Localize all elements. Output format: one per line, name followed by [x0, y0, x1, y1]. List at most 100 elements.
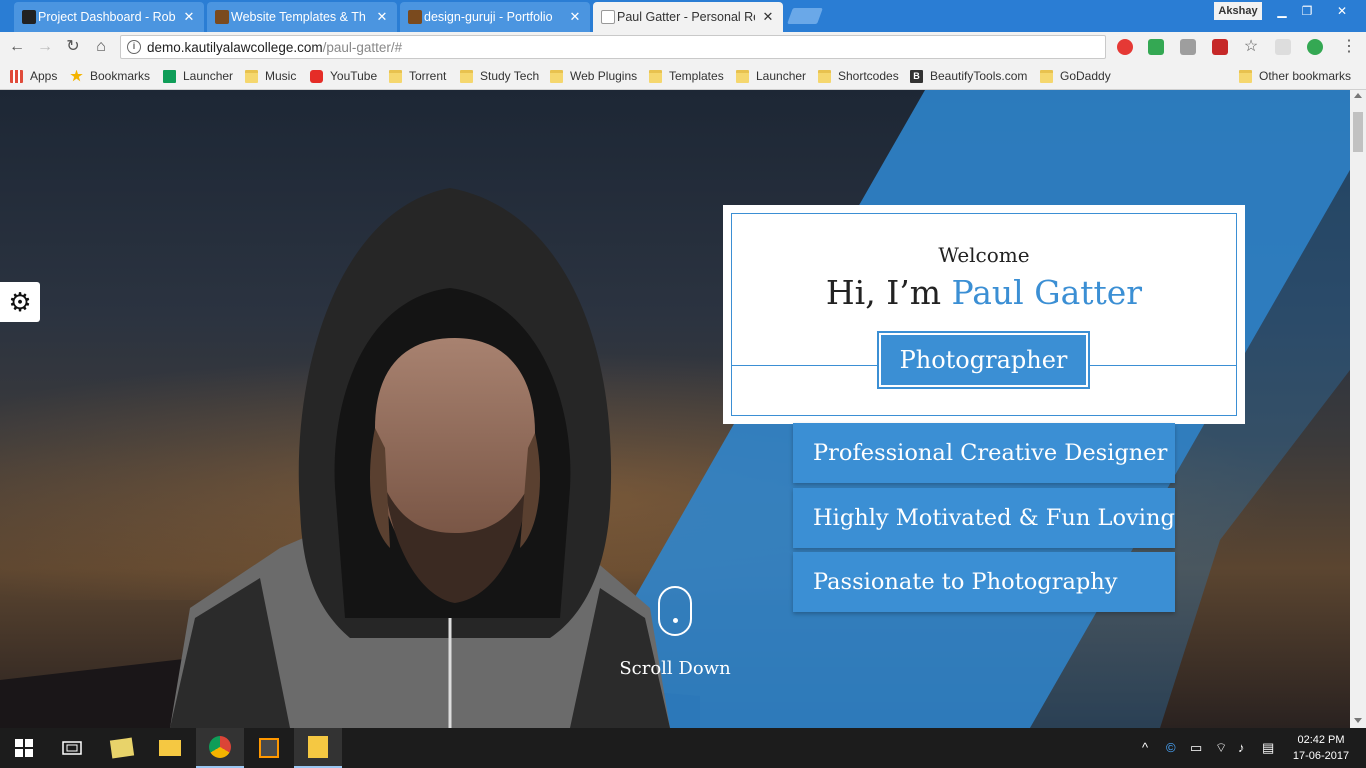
bookmark-shortcodes[interactable]: Shortcodes: [818, 68, 899, 84]
windows-taskbar: ^ © ▭ ⌔ ♪ 02:42 PM 17-06-2017 ▤: [0, 728, 1366, 768]
bt-icon: B: [910, 69, 923, 83]
url-path: /paul-gatter/#: [322, 40, 403, 55]
task-view-icon[interactable]: [52, 732, 92, 764]
media-extension-icon[interactable]: [1212, 39, 1228, 55]
url-domain: demo.kautilyalawcollege.com: [147, 40, 323, 55]
tagline-item: Highly Motivated & Fun Loving: [793, 488, 1175, 548]
welcome-text: Welcome: [938, 243, 1030, 267]
close-tab-icon[interactable]: ✕: [182, 9, 196, 25]
app-glyph: [109, 737, 135, 759]
extension-red-icon[interactable]: [1117, 39, 1133, 55]
hooded-man-photo: [170, 188, 670, 728]
tab-project-dashboard[interactable]: Project Dashboard - Rob ✕: [14, 2, 204, 32]
infinity-favicon-icon: [22, 10, 36, 24]
restore-icon[interactable]: ❐: [1295, 2, 1319, 20]
bookmarks-bar: Apps Bookmarks Launcher Music YouTube To…: [0, 62, 1366, 90]
bookmark-launcher-folder[interactable]: Launcher: [736, 68, 806, 84]
scroll-down-arrow-icon[interactable]: [1354, 718, 1362, 723]
extension-cloud-icon[interactable]: [1275, 39, 1291, 55]
bookmark-bookmarks[interactable]: Bookmarks: [70, 68, 150, 84]
tray-network-adapter-icon[interactable]: ▭: [1190, 740, 1202, 756]
tab-title: Website Templates & Th: [231, 10, 366, 24]
close-tab-icon[interactable]: ✕: [761, 9, 775, 25]
taskbar-file-explorer-icon[interactable]: [146, 728, 194, 768]
tagline-item: Passionate to Photography: [793, 552, 1175, 612]
chrome-menu-icon[interactable]: ⋮: [1338, 36, 1360, 58]
bookmark-label: Apps: [30, 69, 58, 83]
action-center-icon[interactable]: ▤: [1262, 740, 1274, 756]
volume-icon[interactable]: ♪: [1238, 740, 1245, 755]
windows-start-icon[interactable]: [4, 732, 44, 764]
system-clock[interactable]: 02:42 PM 17-06-2017: [1284, 732, 1358, 764]
close-tab-icon[interactable]: ✕: [375, 9, 389, 25]
shield-extension-icon[interactable]: [1148, 39, 1164, 55]
profile-button[interactable]: Akshay: [1214, 2, 1262, 20]
extension-green-icon[interactable]: [1307, 39, 1323, 55]
close-tab-icon[interactable]: ✕: [568, 9, 582, 25]
tab-title: design-guruji - Portfolio: [424, 10, 553, 24]
tab-title: Project Dashboard - Rob: [38, 10, 176, 24]
tagline-item: Professional Creative Designer: [793, 423, 1175, 483]
folder-icon: [1239, 69, 1252, 83]
bookmark-label: Bookmarks: [90, 69, 151, 83]
greeting-text: Hi, I’m: [825, 273, 942, 312]
bookmark-godaddy[interactable]: GoDaddy: [1040, 68, 1111, 84]
tray-overflow-icon[interactable]: ^: [1142, 740, 1148, 755]
bookmark-label: Other bookmarks: [1259, 69, 1352, 83]
taskbar-sublime-icon[interactable]: [245, 728, 293, 768]
bookmark-beautifytools[interactable]: B BeautifyTools.com: [910, 68, 1027, 84]
hero-greeting: Hi, I’m Paul Gatter: [723, 273, 1245, 312]
page-favicon-icon: [601, 10, 615, 24]
extension-gray-icon[interactable]: [1180, 39, 1196, 55]
settings-gear-icon[interactable]: ⚙: [0, 282, 40, 322]
tab-website-templates[interactable]: Website Templates & Th ✕: [207, 2, 397, 32]
site-favicon-icon: [408, 10, 422, 24]
taskbar-media-icon[interactable]: [294, 728, 342, 768]
bookmark-star-icon[interactable]: ☆: [1240, 36, 1262, 58]
forward-arrow-icon[interactable]: →: [34, 36, 56, 58]
page-viewport: ⚙ Welcome Hi, I’m Paul Gatter Photograph…: [0, 90, 1350, 728]
welcome-card: Welcome Hi, I’m Paul Gatter: [723, 205, 1245, 424]
tab-design-guruji[interactable]: design-guruji - Portfolio ✕: [400, 2, 590, 32]
bookmark-label: Launcher: [183, 69, 234, 83]
site-info-icon[interactable]: i: [127, 40, 141, 54]
folder-icon: [649, 69, 662, 83]
tab-paul-gatter[interactable]: Paul Gatter - Personal Re ✕: [593, 2, 783, 32]
taskbar-app-sticky-icon[interactable]: [98, 728, 146, 768]
tab-title: Paul Gatter - Personal Re: [617, 10, 755, 24]
folder-icon: [550, 69, 563, 83]
bookmark-templates[interactable]: Templates: [649, 68, 724, 84]
media-folder-icon: [308, 736, 328, 758]
clock-time: 02:42 PM: [1297, 734, 1345, 746]
bookmark-web-plugins[interactable]: Web Plugins: [550, 68, 637, 84]
home-icon[interactable]: ⌂: [90, 36, 112, 58]
tray-app-icon[interactable]: ©: [1166, 740, 1176, 755]
bookmark-label: YouTube: [330, 69, 378, 83]
wifi-icon[interactable]: ⌔: [1215, 740, 1227, 756]
folder-icon: [818, 69, 831, 83]
bookmark-torrent[interactable]: Torrent: [389, 68, 446, 84]
page-scrollbar[interactable]: [1350, 90, 1366, 728]
bookmark-label: Study Tech: [480, 69, 540, 83]
scrollbar-thumb[interactable]: [1353, 112, 1363, 152]
bookmark-launcher[interactable]: Launcher: [163, 68, 233, 84]
bookmark-label: Torrent: [409, 69, 447, 83]
bookmark-study-tech[interactable]: Study Tech: [460, 68, 539, 84]
close-window-icon[interactable]: ✕: [1322, 2, 1362, 20]
folder-icon: [460, 69, 473, 83]
address-bar[interactable]: i demo.kautilyalawcollege.com/paul-gatte…: [120, 35, 1106, 59]
back-arrow-icon[interactable]: ←: [6, 36, 28, 58]
taskbar-chrome-icon[interactable]: [196, 728, 244, 768]
scroll-down-link[interactable]: Scroll Down: [608, 658, 742, 679]
minimize-icon[interactable]: ▁: [1270, 2, 1294, 20]
scroll-mouse-icon[interactable]: [658, 586, 692, 636]
bookmark-music[interactable]: Music: [245, 68, 296, 84]
sheets-icon: [163, 69, 176, 83]
reload-icon[interactable]: ↻: [62, 36, 84, 58]
scroll-up-arrow-icon[interactable]: [1354, 93, 1362, 98]
bookmark-youtube[interactable]: YouTube: [310, 68, 377, 84]
bookmark-other[interactable]: Other bookmarks: [1239, 68, 1351, 84]
apps-grid-icon: [10, 69, 23, 83]
new-tab-button[interactable]: [787, 8, 823, 24]
bookmark-apps[interactable]: Apps: [10, 68, 57, 84]
